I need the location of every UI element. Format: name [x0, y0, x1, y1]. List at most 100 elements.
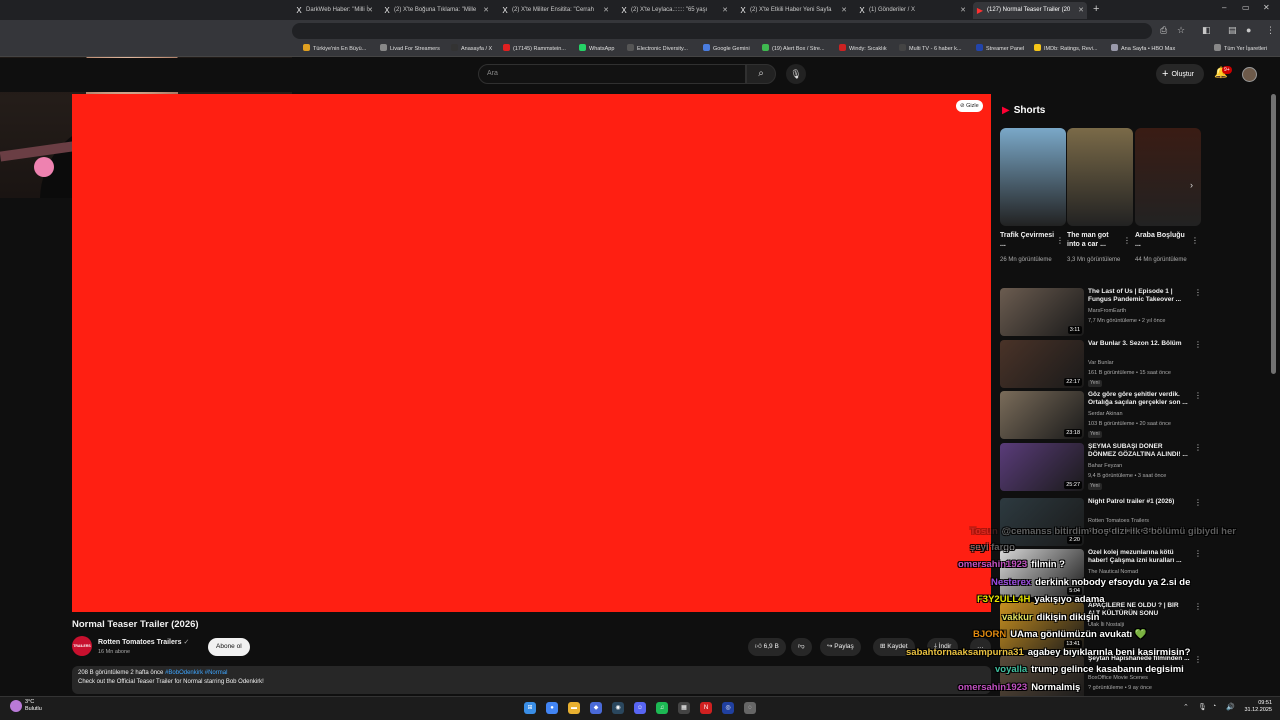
short-thumbnail[interactable] [1067, 128, 1133, 226]
explorer-icon[interactable]: ▬ [568, 702, 580, 714]
close-icon[interactable]: ✕ [960, 2, 966, 19]
bookmark-item[interactable]: Ana Sayfa • HBO Max [1111, 44, 1175, 54]
video-title[interactable]: Var Bunlar 3. Sezon 12. Bölüm [1088, 340, 1192, 348]
hashtags[interactable]: #BobOdenkirk #Normal [165, 670, 227, 676]
close-icon[interactable]: ✕ [841, 2, 847, 19]
channel-name[interactable]: MarsFromEarth [1088, 308, 1126, 314]
bookmark-item[interactable]: Streamer Panel [976, 44, 1024, 54]
channel-name[interactable]: The Nautical Nomad [1088, 569, 1138, 575]
more-vert-icon[interactable]: ⋮ [1194, 602, 1202, 611]
profile-icon[interactable]: ● [1246, 25, 1251, 35]
short-thumbnail[interactable] [1135, 128, 1201, 226]
bookmark-item[interactable]: Google Gemini [703, 44, 750, 54]
recommended-video[interactable]: 5:04 Özel kolej mezunlarına kötü haber! Ç… [1000, 549, 1202, 597]
short-title[interactable]: Trafik Çevirmesi ... [1000, 231, 1056, 249]
video-thumbnail[interactable]: 23:18 [1000, 391, 1084, 439]
video-title[interactable]: The Last of Us | Episode 1 | Fungus Pand… [1088, 288, 1192, 304]
volume-icon[interactable]: 🔊 [1226, 703, 1235, 711]
maximize-icon[interactable]: ▭ [1242, 3, 1250, 12]
new-tab-button[interactable]: + [1093, 3, 1099, 15]
chrome-icon[interactable]: ● [546, 702, 558, 714]
tray-mic-icon[interactable]: 🎙 [1198, 703, 1207, 711]
bookmark-item[interactable]: Türkiye'nin En Büyü... [303, 44, 366, 54]
close-icon[interactable]: ✕ [483, 2, 489, 19]
browser-tab[interactable]: X (2) X'te Etkili Haber Yeni Sayfa ✕ [736, 2, 850, 19]
account-avatar[interactable] [1242, 67, 1257, 82]
bookmark-item[interactable]: (19) Alert Box / Stre... [762, 44, 825, 54]
more-vert-icon[interactable]: ⋮ [1056, 236, 1064, 245]
more-vert-icon[interactable]: ⋮ [1194, 340, 1202, 349]
channel-name[interactable]: Var Bunlar [1088, 360, 1114, 366]
next-icon[interactable]: N [700, 702, 712, 714]
window-close-icon[interactable]: ✕ [1263, 3, 1270, 12]
cast-icon[interactable]: ⎙ [1160, 25, 1167, 36]
search-icon[interactable]: ⌕ [746, 64, 776, 84]
video-thumbnail[interactable]: 22:17 [1000, 340, 1084, 388]
like-button[interactable]: 👍︎ 6,9 B [748, 638, 786, 656]
video-thumbnail[interactable]: 25:27 [1000, 443, 1084, 491]
minimize-icon[interactable]: – [1222, 3, 1226, 12]
browser-tab[interactable]: X (2) X'te Boğuna Tıklama: "Mille ✕ [380, 2, 492, 19]
bookmark-item[interactable]: Windy: Sıcaklık [839, 44, 887, 54]
recommended-video[interactable]: 22:17 Var Bunlar 3. Sezon 12. Bölüm Var Bu… [1000, 340, 1202, 388]
video-thumbnail[interactable]: 5:04 [1000, 549, 1084, 597]
browser-tab[interactable]: X (2) X'te Militer Ensitita: "Cerrah ✕ [498, 2, 612, 19]
more-vert-icon[interactable]: ⋮ [1191, 236, 1199, 245]
channel-avatar[interactable]: TRAILERS [72, 636, 92, 656]
more-vert-icon[interactable]: ⋮ [1123, 236, 1131, 245]
browser-tab-active[interactable]: ▶ (127) Normal Teaser Trailer (20 ✕ [973, 2, 1087, 19]
close-icon[interactable]: ✕ [1078, 2, 1084, 19]
more-vert-icon[interactable]: ⋮ [1194, 391, 1202, 400]
video-title[interactable]: Night Patrol trailer #1 (2026) [1088, 498, 1192, 506]
browser-tab[interactable]: X (2) X'te Leylaca.:::::: "65 yaşı ✕ [617, 2, 731, 19]
bookmark-item[interactable]: Multi TV - 6 haber k... [899, 44, 961, 54]
omnibox[interactable] [292, 23, 1152, 39]
channel-name[interactable]: Rotten Tomatoes Trailers ✓ [98, 638, 189, 646]
calc-icon[interactable]: ▦ [678, 702, 690, 714]
browser-tab[interactable]: X DarkWeb Haber: "Milli İ ✕ [292, 2, 376, 19]
obs-icon[interactable]: ◎ [722, 702, 734, 714]
recommended-video[interactable]: 25:27 ŞEYMA SUBAŞI DÖNER DÖNMEZ GÖZALTINA… [1000, 443, 1202, 491]
close-icon[interactable]: ✕ [722, 2, 728, 19]
steam-icon[interactable]: ◉ [612, 702, 624, 714]
system-clock[interactable]: 09:51 31.12.2025 [1242, 700, 1272, 714]
close-icon[interactable]: ✕ [603, 2, 609, 19]
video-title[interactable]: Göz göre göre şehitler verdik. Ortalığa … [1088, 391, 1192, 407]
short-thumbnail[interactable] [1000, 128, 1066, 226]
bookmark-item[interactable]: Livad For Streamers [380, 44, 440, 54]
short-title[interactable]: Araba Boşluğu ... [1135, 231, 1191, 249]
more-vert-icon[interactable]: ⋮ [1194, 655, 1202, 664]
recommended-video[interactable]: 23:18 Göz göre göre şehitler verdik. Orta… [1000, 391, 1202, 439]
more-vert-icon[interactable]: ⋮ [1194, 498, 1202, 507]
bookmark-star-icon[interactable]: ☆ [1177, 25, 1185, 36]
video-title[interactable]: ŞEYMA SUBAŞI DÖNER DÖNMEZ GÖZALTINA ALIN… [1088, 443, 1192, 459]
discord-icon[interactable]: ☺ [634, 702, 646, 714]
weather-icon[interactable] [10, 700, 22, 712]
recommended-video[interactable]: 13:41 APAÇİLERE NE OLDU ? | BİR ALT KÜLTÜ… [1000, 602, 1202, 650]
weather-widget[interactable]: 3°C Bulutlu [25, 699, 42, 713]
wifi-icon[interactable]: ◔ [1212, 703, 1216, 710]
browser-tab[interactable]: X (1) Gönderiler / X ✕ [855, 2, 969, 19]
bookmark-item[interactable]: WhatsApp [579, 44, 614, 54]
bookmark-all[interactable]: Tüm Yer İşaretleri [1214, 44, 1267, 54]
video-player[interactable] [72, 94, 991, 612]
sidebar-icon[interactable]: ▤ [1228, 25, 1237, 36]
share-button[interactable]: ↪ Paylaş [820, 638, 861, 656]
close-icon[interactable]: ✕ [367, 2, 373, 19]
chevron-right-icon[interactable]: › [1190, 180, 1193, 190]
misc-icon[interactable]: ◌ [744, 702, 756, 714]
more-vert-icon[interactable]: ⋮ [1194, 288, 1202, 297]
microphone-icon[interactable]: 🎙 [786, 64, 806, 84]
description-box[interactable]: 208 B görüntüleme 2 hafta önce #BobOdenk… [72, 666, 991, 694]
scrollbar[interactable] [1271, 94, 1276, 374]
channel-name[interactable]: Bahar Feyzan [1088, 463, 1122, 469]
app-icon[interactable]: ◆ [590, 702, 602, 714]
channel-name[interactable]: BoxOffice Movie Scenes [1088, 675, 1148, 681]
short-title[interactable]: The man got into a car ... [1067, 231, 1123, 249]
video-thumbnail[interactable]: 3:11 [1000, 288, 1084, 336]
bookmark-item[interactable]: (17145) Rammstein... [503, 44, 566, 54]
channel-name[interactable]: Serdar Akinan [1088, 411, 1123, 417]
hide-button[interactable]: ⊘ Gizle [956, 100, 983, 112]
dislike-button[interactable]: 👎︎ [791, 638, 812, 656]
recommended-video[interactable]: 3:11 The Last of Us | Episode 1 | Fungus … [1000, 288, 1202, 336]
